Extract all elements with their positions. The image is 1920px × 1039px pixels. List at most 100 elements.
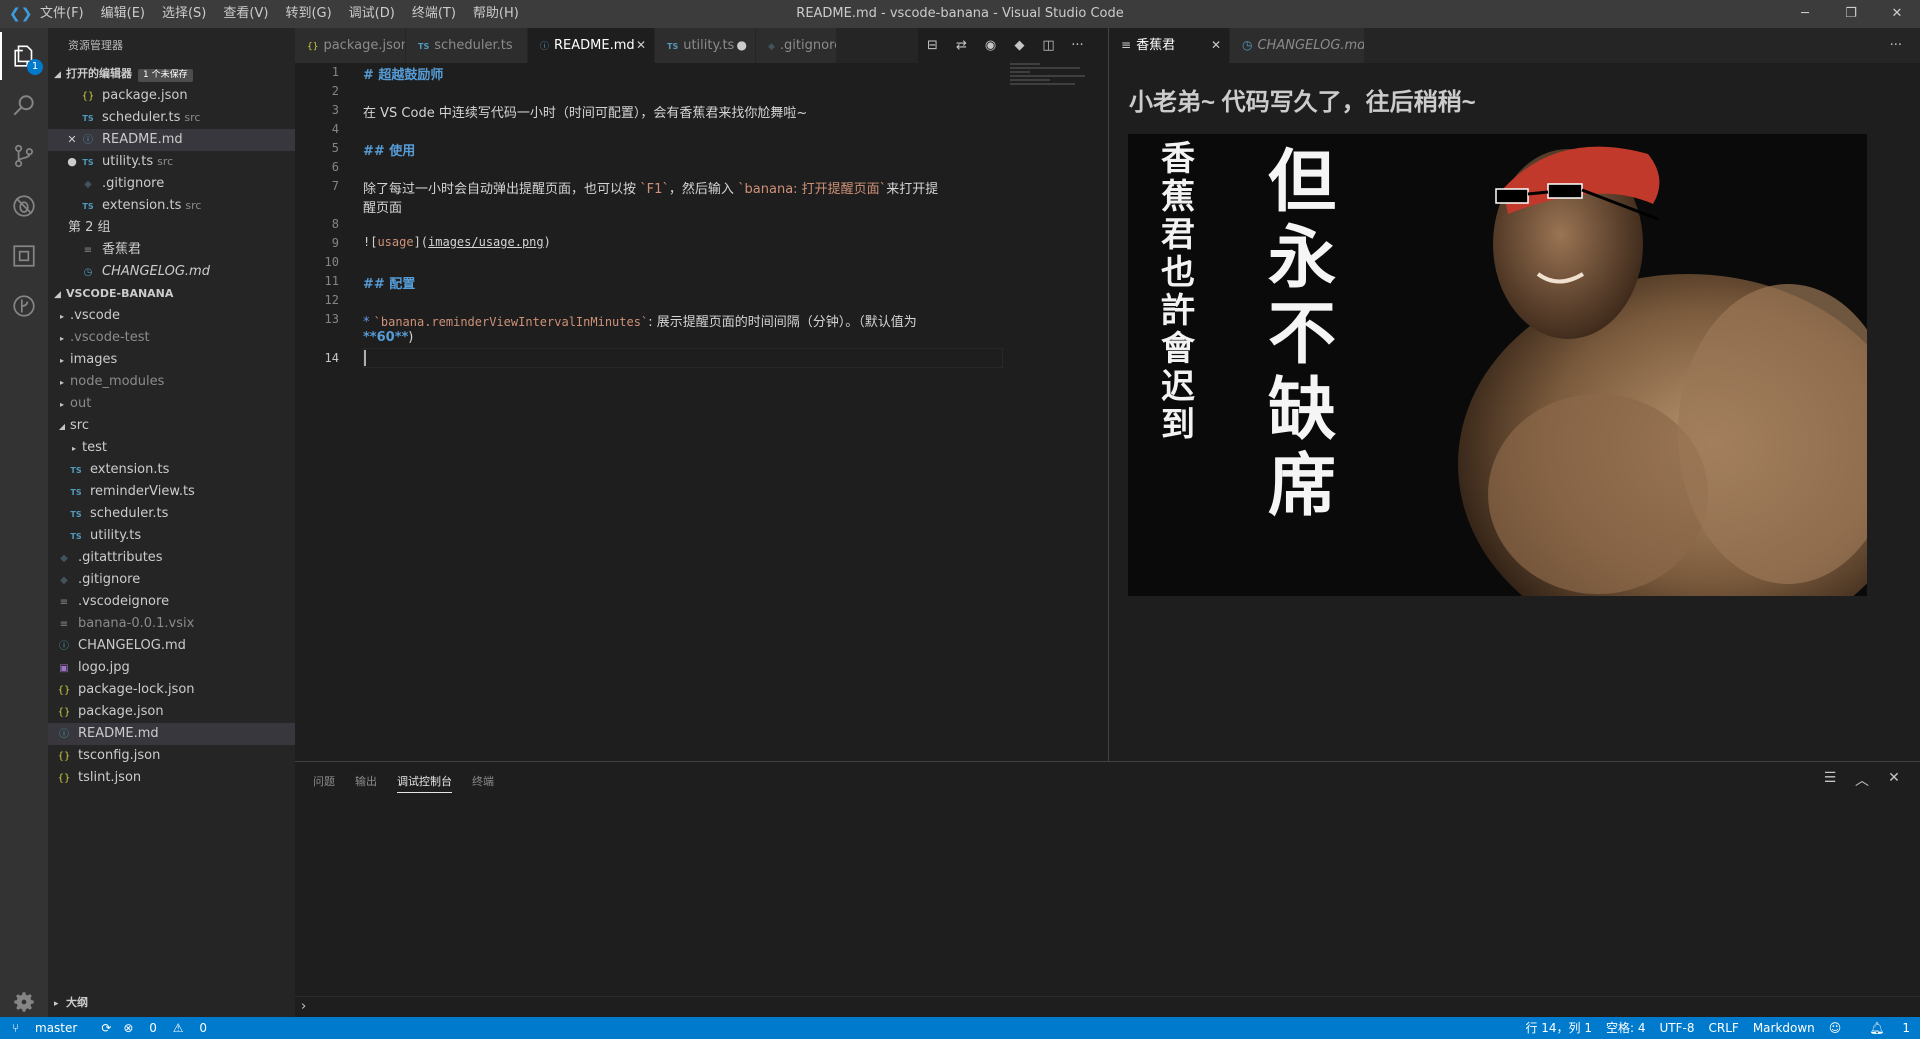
extensions-icon[interactable] bbox=[0, 232, 48, 280]
file-changelog-md[interactable]: ⓘ CHANGELOG.md bbox=[48, 635, 295, 657]
tab-debug-console[interactable]: 调试控制台 bbox=[397, 772, 452, 793]
language-mode[interactable]: Markdown bbox=[1753, 1017, 1815, 1039]
file-vscodeignore[interactable]: ≡ .vscodeignore bbox=[48, 591, 295, 613]
open-editor-gitignore[interactable]: ◆ .gitignore bbox=[48, 173, 295, 195]
notifications[interactable]: 🔔︎ 1 bbox=[1855, 1017, 1910, 1039]
tab-scheduler-ts[interactable]: TS scheduler.ts bbox=[406, 28, 527, 63]
more-actions-icon[interactable]: ··· bbox=[1890, 28, 1902, 63]
typescript-icon: TS bbox=[82, 202, 94, 211]
open-preview-icon[interactable]: ⊟ bbox=[918, 38, 947, 53]
tab-terminal[interactable]: 终端 bbox=[472, 772, 494, 793]
git-history-icon[interactable] bbox=[0, 282, 48, 330]
file-tslint-json[interactable]: {} tslint.json bbox=[48, 767, 295, 789]
file-tsconfig-json[interactable]: {} tsconfig.json bbox=[48, 745, 295, 767]
close-window-button[interactable]: ✕ bbox=[1874, 0, 1920, 28]
menu-view[interactable]: 查看(V) bbox=[223, 0, 276, 28]
json-icon: {} bbox=[81, 91, 95, 102]
folder-out[interactable]: ▸ out bbox=[48, 393, 295, 415]
open-editor-extension-ts[interactable]: TS extension.ts src bbox=[48, 195, 295, 217]
tab-package-json[interactable]: {} package.json bbox=[295, 28, 405, 63]
file-gitignore[interactable]: ◆ .gitignore bbox=[48, 569, 295, 591]
open-editor-readme-md[interactable]: ✕ ⓘ README.md bbox=[48, 129, 295, 151]
file-utility-ts[interactable]: TS utility.ts bbox=[48, 525, 295, 547]
menu-terminal[interactable]: 终端(T) bbox=[412, 0, 464, 28]
close-tab-icon[interactable]: ✕ bbox=[636, 28, 646, 63]
cursor-position[interactable]: 行 14，列 1 bbox=[1525, 1017, 1592, 1039]
branch-indicator[interactable]: ⑂ master bbox=[12, 1017, 89, 1039]
source-control-icon[interactable] bbox=[0, 132, 48, 180]
project-header[interactable]: ◢ VSCODE-BANANA bbox=[48, 283, 295, 305]
file-name: 香蕉君 bbox=[102, 242, 142, 257]
file-extension-ts[interactable]: TS extension.ts bbox=[48, 459, 295, 481]
split-editor-icon[interactable]: ◫ bbox=[1034, 38, 1063, 53]
close-tab-icon[interactable]: ✕ bbox=[1211, 28, 1221, 63]
open-editor-package-json[interactable]: {} package.json bbox=[48, 85, 295, 107]
open-editors-header[interactable]: ◢ 打开的编辑器 1 个未保存 bbox=[48, 63, 295, 85]
menu-go[interactable]: 转到(G) bbox=[285, 0, 339, 28]
file-package-json[interactable]: {} package.json bbox=[48, 701, 295, 723]
folder-node-modules[interactable]: ▸ node_modules bbox=[48, 371, 295, 393]
menu-selection[interactable]: 选择(S) bbox=[162, 0, 214, 28]
search-icon[interactable] bbox=[0, 82, 48, 130]
menu-help[interactable]: 帮助(H) bbox=[473, 0, 527, 28]
unsaved-dot-icon[interactable]: ● bbox=[737, 28, 747, 63]
unsaved-dot-icon[interactable]: ● bbox=[64, 151, 80, 173]
problems-indicator[interactable]: ⊗ 0 ⚠ 0 bbox=[123, 1017, 219, 1039]
maximize-panel-icon[interactable]: ︿ bbox=[1846, 770, 1878, 790]
tab-banana-reminder[interactable]: ≡ 香蕉君 ✕ bbox=[1109, 28, 1229, 63]
file-gitattributes[interactable]: ◆ .gitattributes bbox=[48, 547, 295, 569]
file-scheduler-ts[interactable]: TS scheduler.ts bbox=[48, 503, 295, 525]
file-package-lock-json[interactable]: {} package-lock.json bbox=[48, 679, 295, 701]
feedback-icon[interactable]: ☺ bbox=[1829, 1017, 1842, 1039]
tab-problems[interactable]: 问题 bbox=[313, 772, 335, 793]
close-panel-icon[interactable]: ✕ bbox=[1878, 770, 1910, 790]
folder-test[interactable]: ▸ test bbox=[48, 437, 295, 459]
compare-changes-icon[interactable]: ⇄ bbox=[947, 38, 976, 53]
clear-console-icon[interactable]: ☰ bbox=[1814, 770, 1846, 790]
file-banana-0-0-1-vsix[interactable]: ≡ banana-0.0.1.vsix bbox=[48, 613, 295, 635]
folder-vscode[interactable]: ▸ .vscode bbox=[48, 305, 295, 327]
folder-src[interactable]: ◢ src bbox=[48, 415, 295, 437]
git-icon[interactable]: ◆ bbox=[1005, 38, 1034, 53]
current-line-highlight bbox=[363, 348, 1003, 368]
restore-button[interactable]: ❐ bbox=[1828, 0, 1874, 28]
indentation[interactable]: 空格: 4 bbox=[1606, 1017, 1646, 1039]
encoding[interactable]: UTF-8 bbox=[1660, 1017, 1695, 1039]
lines-icon: ≡ bbox=[1121, 38, 1132, 52]
menu-file[interactable]: 文件(F) bbox=[40, 0, 92, 28]
code-line: ## 使用 bbox=[363, 144, 416, 159]
markdown-icon: ⓘ bbox=[59, 641, 69, 652]
minimize-button[interactable]: ─ bbox=[1782, 0, 1828, 28]
line-ending[interactable]: CRLF bbox=[1709, 1017, 1739, 1039]
sync-icon[interactable]: ⟳ bbox=[101, 1017, 111, 1039]
tab-utility-ts[interactable]: TS utility.ts ● bbox=[655, 28, 755, 63]
file-name: scheduler.ts bbox=[90, 506, 169, 521]
folder-vscode-test[interactable]: ▸ .vscode-test bbox=[48, 327, 295, 349]
open-editor-item[interactable]: ≡ 香蕉君 bbox=[48, 239, 295, 261]
file-readme-md[interactable]: ⓘ README.md bbox=[48, 723, 295, 745]
close-editor-icon[interactable]: ✕ bbox=[64, 129, 80, 151]
file-reminderview-ts[interactable]: TS reminderView.ts bbox=[48, 481, 295, 503]
tab-output[interactable]: 输出 bbox=[355, 772, 377, 793]
minimap[interactable] bbox=[1010, 63, 1090, 93]
tab-changelog[interactable]: ◷ CHANGELOG.md bbox=[1230, 28, 1364, 63]
explorer-icon[interactable]: 1 bbox=[0, 32, 48, 80]
code-editor[interactable]: 1 2 3 4 5 6 7 8 9 10 11 12 13 14 # 超越鼓励师… bbox=[295, 63, 1393, 761]
outline-header[interactable]: ▸ 大纲 bbox=[48, 992, 295, 1014]
open-editor-utility-ts[interactable]: ● TS utility.ts src bbox=[48, 151, 295, 173]
console-prompt[interactable]: › bbox=[301, 999, 306, 1014]
chevron-right-icon: ▸ bbox=[71, 444, 76, 453]
tab-readme-md[interactable]: ⓘ README.md ✕ bbox=[528, 28, 654, 63]
more-actions-icon[interactable]: ··· bbox=[1063, 38, 1092, 53]
folder-images[interactable]: ▸ images bbox=[48, 349, 295, 371]
panel-tabs: 问题 输出 调试控制台 终端 bbox=[313, 772, 514, 793]
menu-debug[interactable]: 调试(D) bbox=[349, 0, 403, 28]
open-editor-changelog-md[interactable]: ◷ CHANGELOG.md bbox=[48, 261, 295, 283]
tab-gitignore[interactable]: ◆ .gitignore bbox=[756, 28, 836, 63]
open-editor-scheduler-ts[interactable]: TS scheduler.ts src bbox=[48, 107, 295, 129]
debug-icon[interactable] bbox=[0, 182, 48, 230]
json-icon: {} bbox=[57, 751, 71, 762]
menu-edit[interactable]: 编辑(E) bbox=[101, 0, 153, 28]
toggle-view-icon[interactable]: ◉ bbox=[976, 38, 1005, 53]
file-logo-jpg[interactable]: ▣ logo.jpg bbox=[48, 657, 295, 679]
